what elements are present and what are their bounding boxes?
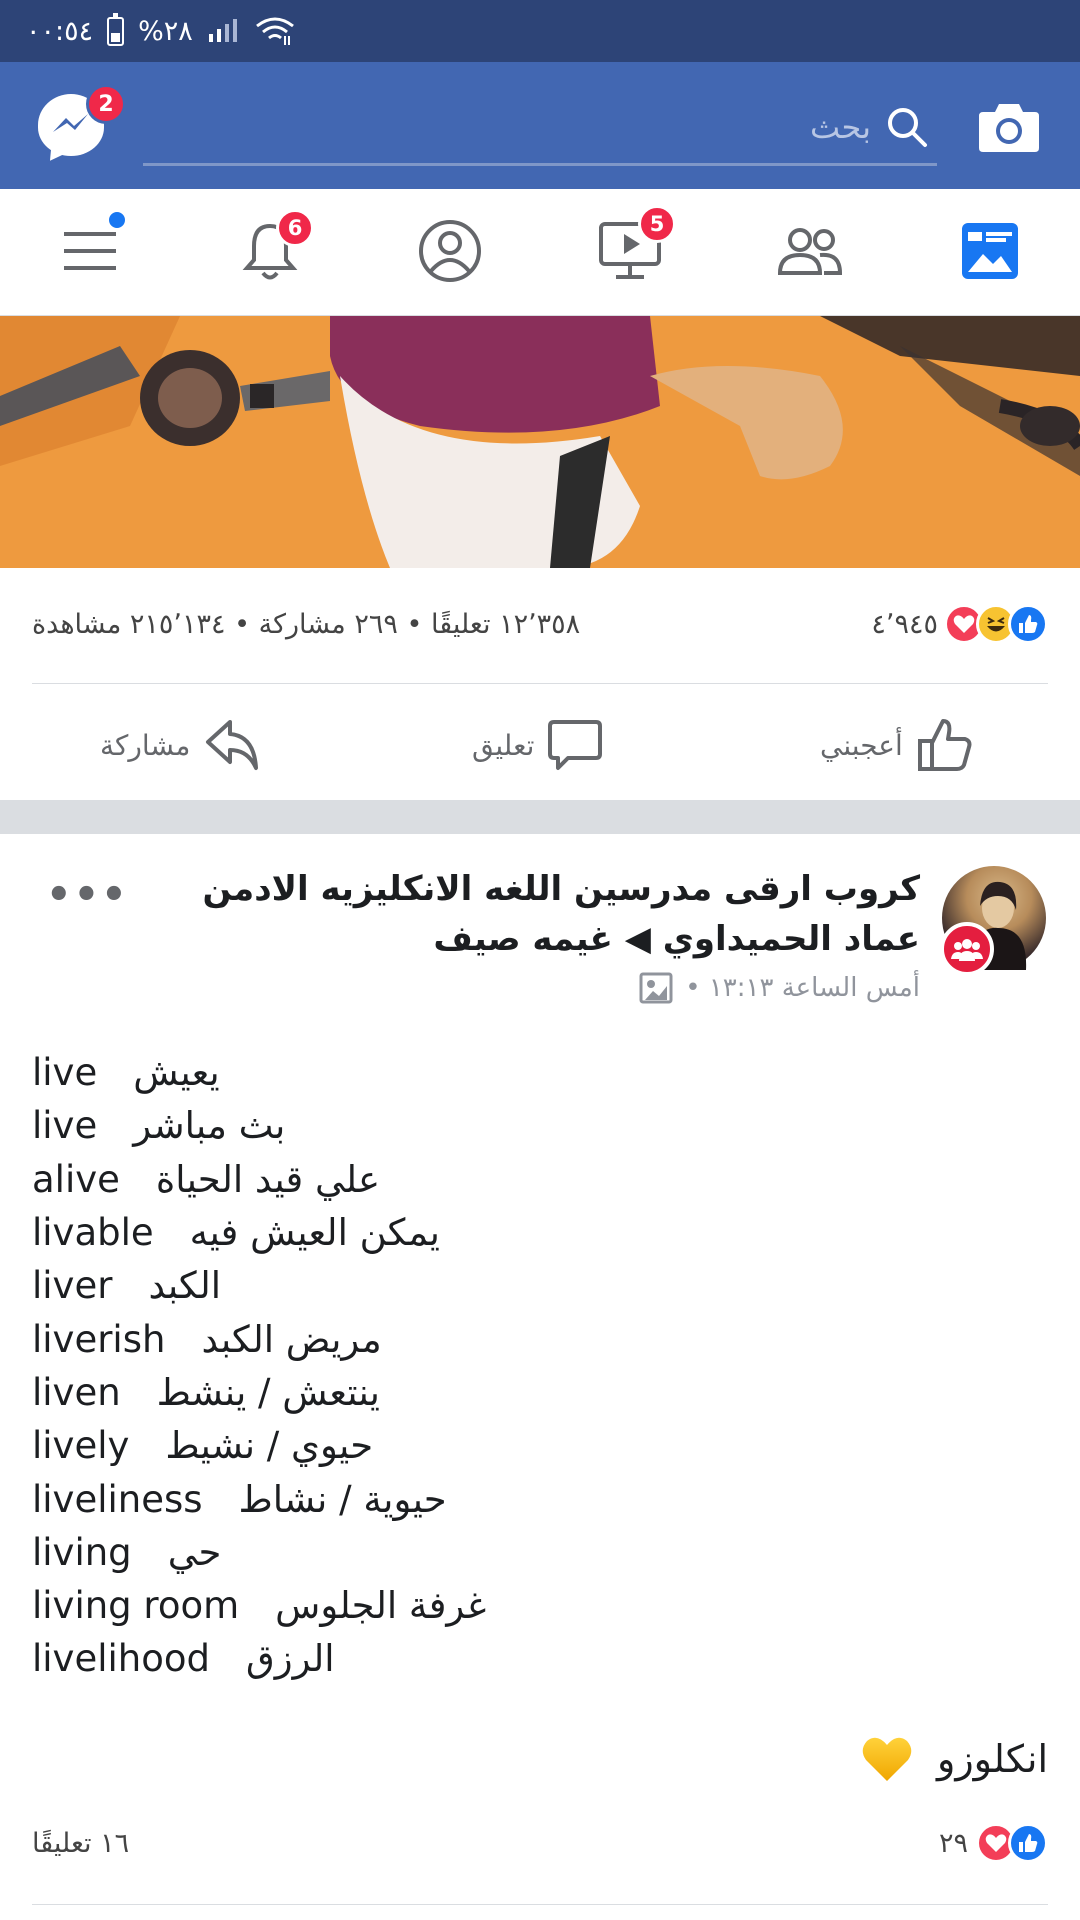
vocab-english: lively (32, 1424, 130, 1468)
vocab-row: live بث مباشر (32, 1099, 486, 1152)
vocab-row: alive علي قيد الحياة (32, 1153, 486, 1206)
vocab-row: living room غرفة الجلوس (32, 1579, 486, 1632)
like-icon (917, 719, 972, 771)
vocab-row: liveliness حيوية / نشاط (32, 1472, 486, 1525)
tab-watch[interactable]: 5 (590, 205, 676, 287)
stats-divider (32, 683, 1048, 684)
vocab-row: live يعيش (32, 1046, 486, 1099)
post-title[interactable]: كروب ارقى مدرسين اللغه الانكليزيه الادمن… (130, 864, 920, 964)
vocab-arabic: الكبد (148, 1264, 222, 1308)
camera-icon (979, 104, 1039, 152)
share-icon (206, 720, 259, 770)
watch-badge: 5 (638, 205, 676, 243)
vocab-english: live (32, 1104, 98, 1148)
vocab-english: liver (32, 1264, 113, 1308)
messenger-badge: 2 (86, 84, 126, 124)
tab-menu[interactable] (50, 209, 130, 287)
menu-dot-badge (106, 209, 128, 231)
like-reaction-icon (1008, 604, 1048, 644)
group-icon (940, 922, 994, 976)
vocab-arabic: الرزق (246, 1637, 335, 1681)
post-stats: ١٢٬٣٥٨ تعليقًا • ٢٦٩ مشاركة • ٢١٥٬١٣٤ مش… (32, 594, 1048, 654)
like-button[interactable]: أعجبني (820, 714, 973, 776)
vocab-english: alive (32, 1157, 120, 1201)
footer-divider (32, 1904, 1048, 1905)
signal-icon (207, 18, 241, 44)
feed-separator (0, 800, 1080, 834)
post-body: live يعيش live بث مباشر alive علي قيد الحياة l… (32, 1046, 486, 1686)
vocab-arabic: ينتعش / ينشط (156, 1370, 380, 1414)
vocab-arabic: علي قيد الحياة (155, 1157, 381, 1201)
post-actions: مشاركة تعليق أعجبني (0, 690, 1080, 800)
battery-percent: %٢٨ (138, 15, 193, 47)
vocab-arabic: حيوي / نشيط (165, 1424, 374, 1468)
battery-icon (107, 12, 125, 46)
vocab-english: liverish (32, 1317, 166, 1361)
news-feed-icon (962, 223, 1018, 279)
vocab-english: living room (32, 1584, 240, 1628)
more-options-button[interactable]: ••• (46, 872, 129, 918)
messenger-button[interactable]: 2 (38, 84, 126, 160)
comment-icon (548, 720, 603, 770)
post-closing-line: انكلوزو (861, 1735, 1048, 1783)
share-label: مشاركة (100, 728, 191, 762)
vocab-arabic: حيوية / نشاط (238, 1477, 447, 1521)
vocab-row: liverish مريض الكبد (32, 1312, 486, 1365)
vocab-row: living حي (32, 1526, 486, 1579)
vocab-row: livable يمكن العيش فيه (32, 1206, 486, 1259)
tab-profile[interactable] (410, 215, 490, 287)
vocab-arabic: يعيش (133, 1051, 220, 1095)
status-time: ٠٠:٥٤ (26, 15, 94, 47)
vocab-english: living (32, 1530, 132, 1574)
tab-bar: 6 5 (0, 189, 1080, 316)
yellow-heart-icon (862, 1737, 912, 1781)
photo-privacy-icon (639, 972, 673, 1004)
post2-reaction-count: ٢٩ (938, 1827, 968, 1859)
notifications-badge: 6 (276, 209, 314, 247)
search-input[interactable]: بحث (143, 90, 937, 166)
top-header: 2 بحث (0, 62, 1080, 189)
post-stats-text[interactable]: ١٢٬٣٥٨ تعليقًا • ٢٦٩ مشاركة • ٢١٥٬١٣٤ مش… (32, 609, 580, 640)
comment-label: تعليق (472, 728, 535, 762)
vocab-english: liveliness (32, 1477, 203, 1521)
friends-icon (777, 228, 843, 275)
vocab-english: live (32, 1051, 98, 1095)
like-reaction-icon (1008, 1823, 1048, 1863)
vocab-row: livelihood الرزق (32, 1632, 486, 1685)
vocab-arabic: غرفة الجلوس (275, 1584, 487, 1628)
vocab-english: livable (32, 1211, 154, 1255)
reaction-count: ٤٬٩٤٥ (871, 608, 938, 640)
search-placeholder: بحث (810, 107, 871, 146)
vocab-arabic: حي (167, 1530, 222, 1574)
tab-notifications[interactable]: 6 (230, 209, 314, 287)
profile-icon (419, 220, 481, 282)
vocab-arabic: بث مباشر (133, 1104, 286, 1148)
vocab-english: livelihood (32, 1637, 210, 1681)
post-closing-text: انكلوزو (936, 1737, 1048, 1781)
vocab-english: liven (32, 1370, 121, 1414)
post-footer: ١٦ تعليقًا ٢٩ (32, 1815, 1048, 1871)
like-label: أعجبني (820, 728, 903, 762)
comments-count[interactable]: ١٦ تعليقًا (32, 1828, 129, 1859)
status-bar: ٠٠:٥٤ %٢٨ (0, 0, 1080, 62)
video-thumbnail[interactable] (0, 316, 1080, 568)
post-meta: أمس الساعة ١٣:١٣ • (639, 972, 920, 1004)
share-button[interactable]: مشاركة (100, 714, 260, 776)
wifi-icon (255, 16, 295, 46)
camera-button[interactable] (977, 102, 1041, 154)
vocab-arabic: يمكن العيش فيه (189, 1211, 440, 1255)
reactions-summary[interactable]: ٤٬٩٤٥ (871, 604, 1048, 644)
post-header: كروب ارقى مدرسين اللغه الانكليزيه الادمن… (0, 834, 1080, 1014)
vocab-row: liven ينتعش / ينشط (32, 1366, 486, 1419)
vocab-row: lively حيوي / نشيط (32, 1419, 486, 1472)
tab-news-feed[interactable] (950, 215, 1030, 287)
tab-friends[interactable] (770, 215, 850, 287)
menu-icon (64, 232, 116, 270)
comment-button[interactable]: تعليق (472, 714, 603, 776)
vocab-arabic: مريض الكبد (201, 1317, 382, 1361)
post2-reactions[interactable]: ٢٩ (939, 1823, 1048, 1863)
vocab-row: liver الكبد (32, 1259, 486, 1312)
search-icon (888, 107, 927, 147)
post-time[interactable]: أمس الساعة ١٣:١٣ • (685, 973, 920, 1003)
